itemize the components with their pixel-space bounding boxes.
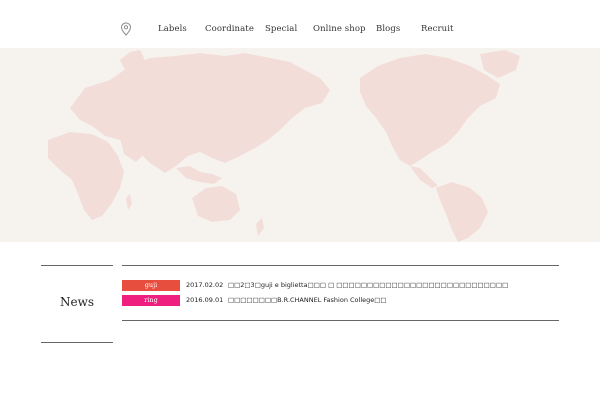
news-badge-guji: guji (122, 280, 180, 291)
news-title[interactable]: □□□□□□□□B.R.CHANNEL Fashion College□□ (228, 295, 387, 306)
world-map-hero (0, 48, 600, 242)
news-item[interactable]: guji 2017.02.02 □□2□3□guji e biglietta□□… (122, 280, 559, 291)
nav-item-blogs[interactable]: Blogs (376, 24, 400, 34)
nav-item-online-shop[interactable]: Online shop (313, 24, 366, 34)
news-heading: News (59, 295, 95, 309)
news-title[interactable]: □□2□3□guji e biglietta□□□ □ □□□□□□□□□□□□… (228, 280, 508, 291)
news-date: 2017.02.02 (186, 281, 224, 289)
news-date: 2016.09.01 (186, 296, 224, 304)
world-map-illustration (48, 50, 520, 242)
news-badge-ring: ring (122, 295, 180, 306)
top-navigation: Labels Coordinate Special Online shop Bl… (0, 0, 600, 48)
nav-item-special[interactable]: Special (265, 24, 297, 34)
news-list: guji 2017.02.02 □□2□3□guji e biglietta□□… (122, 265, 559, 321)
nav-item-recruit[interactable]: Recruit (421, 24, 454, 34)
nav-item-coordinate[interactable]: Coordinate (205, 24, 254, 34)
news-item[interactable]: ring 2016.09.01 □□□□□□□□B.R.CHANNEL Fash… (122, 295, 559, 306)
news-section-header: News (41, 265, 113, 343)
nav-item-labels[interactable]: Labels (158, 24, 187, 34)
map-pin-icon[interactable] (120, 22, 132, 36)
